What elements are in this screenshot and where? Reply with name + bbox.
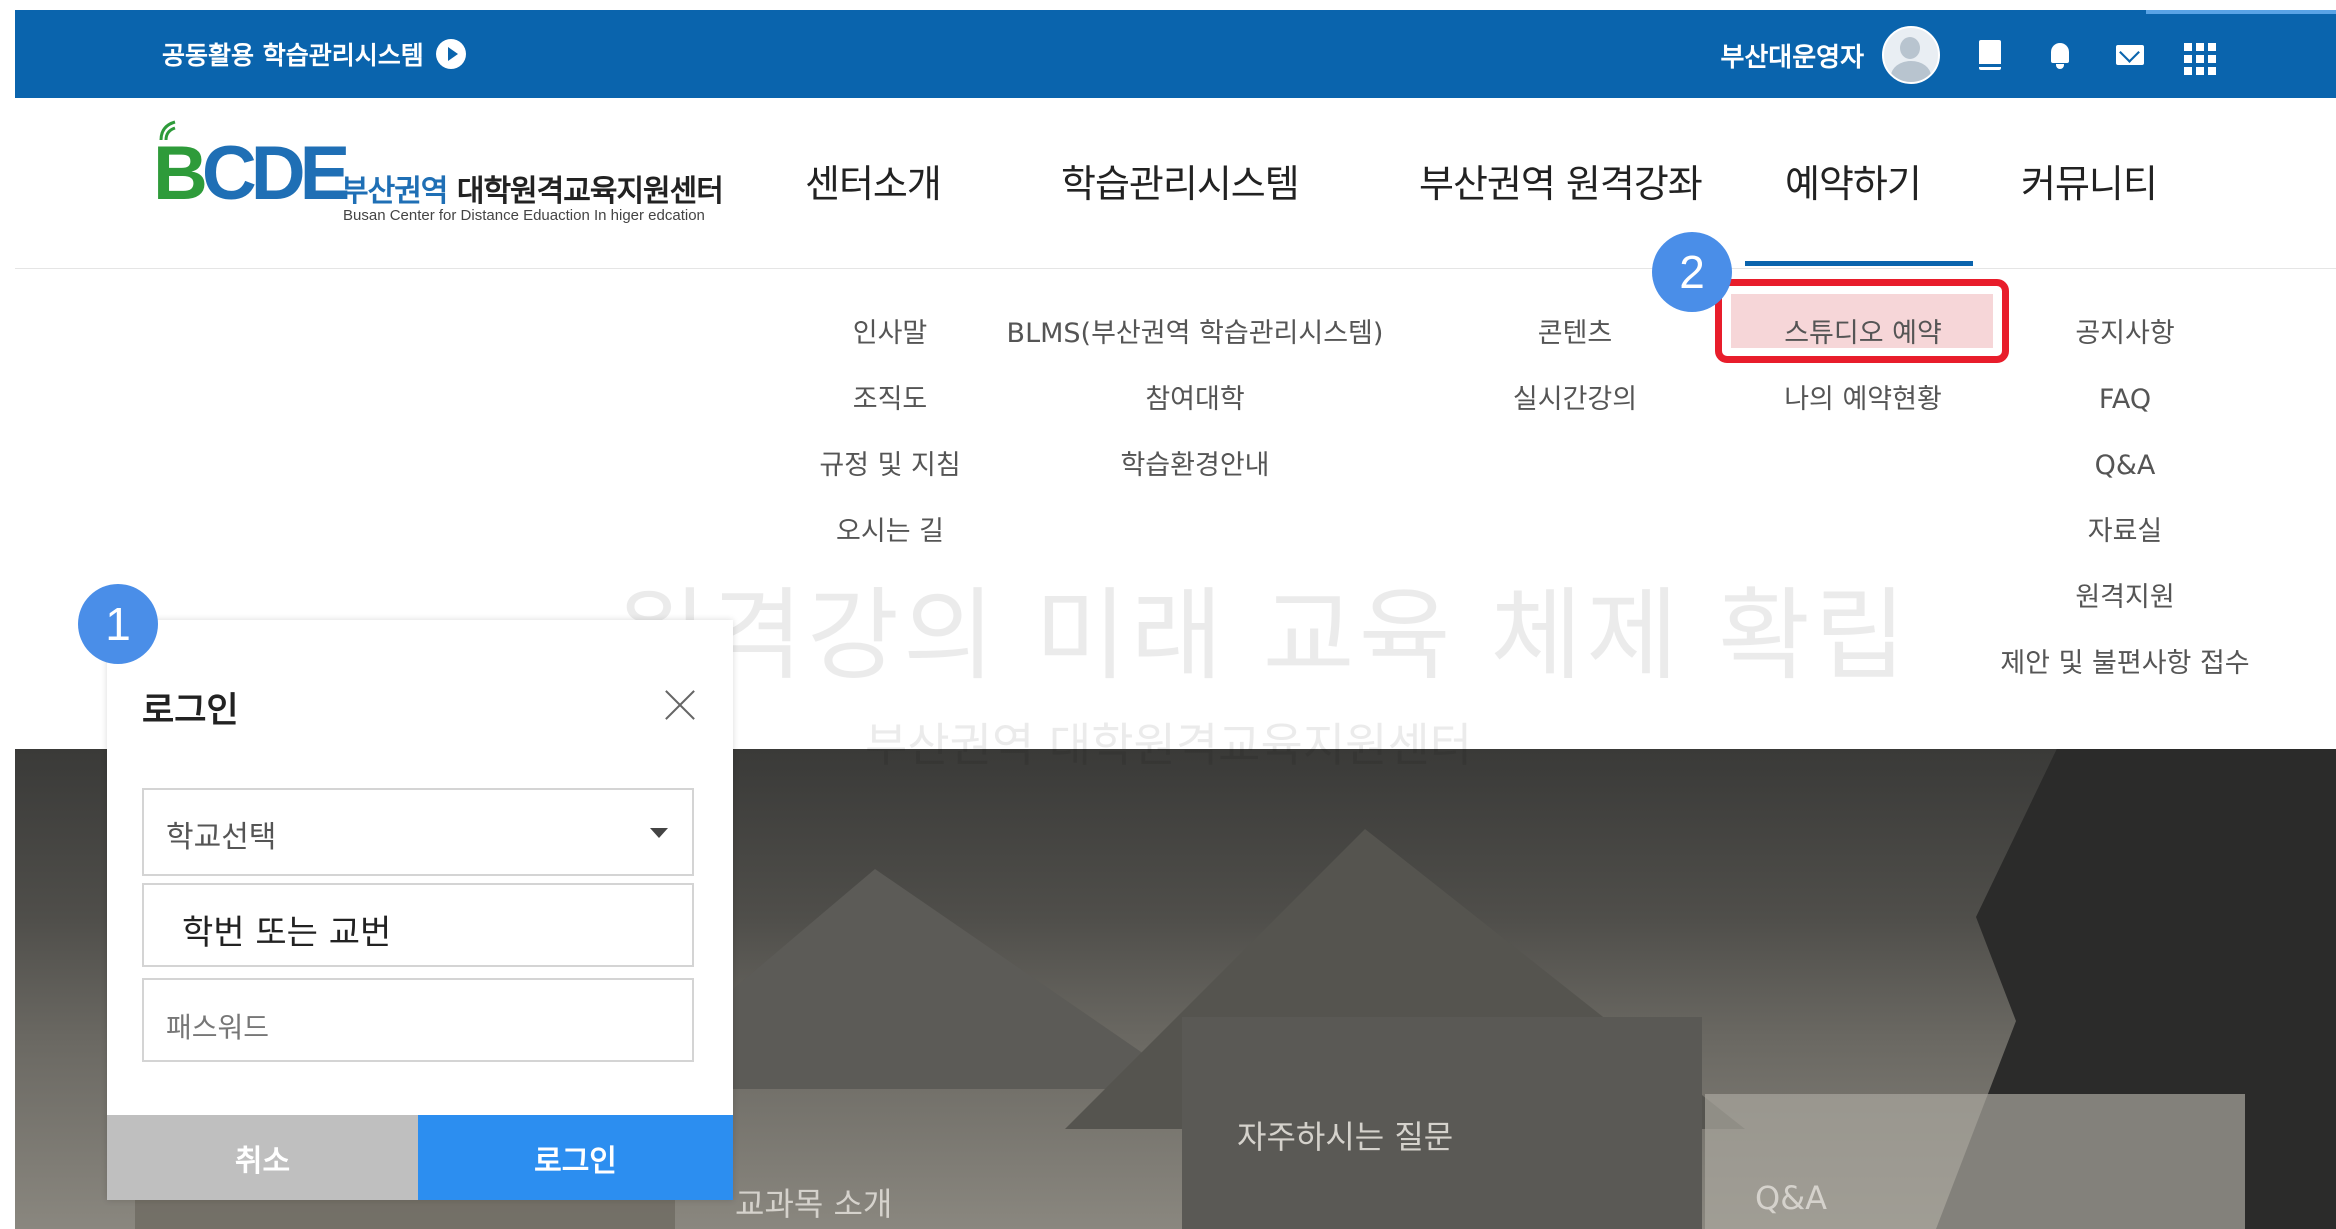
hero-subline: 부산권역 대학원격교육지원센터 xyxy=(865,718,1473,772)
user-area: 부산대운영자 xyxy=(1720,26,2216,84)
site-logo[interactable]: BCDE 부산권역 대학원격교육지원센터 Busan Center for Di… xyxy=(153,114,733,234)
password-input[interactable]: 패스워드 xyxy=(142,978,694,1062)
submenu-item[interactable]: BLMS(부산권역 학습관리시스템) xyxy=(975,314,1415,380)
header: BCDE 부산권역 대학원격교육지원센터 Busan Center for Di… xyxy=(15,98,2336,269)
apps-grid-icon[interactable] xyxy=(2180,39,2216,75)
login-button[interactable]: 로그인 xyxy=(418,1115,733,1200)
step-badge-1: 1 xyxy=(78,584,158,664)
submenu-lms: BLMS(부산권역 학습관리시스템) 참여대학 학습환경안내 xyxy=(975,314,1415,512)
page-frame: 공동활용 학습관리시스템 부산대운영자 BCDE 부산권역 대학원격교육지원센터… xyxy=(15,10,2336,1229)
submenu-reservation: 스튜디오 예약 나의 예약현황 xyxy=(1745,314,1981,446)
submenu-item-my-reservations[interactable]: 나의 예약현황 xyxy=(1745,380,1981,446)
submenu-item-studio-reservation[interactable]: 스튜디오 예약 xyxy=(1745,314,1981,380)
submenu-item[interactable]: 참여대학 xyxy=(975,380,1415,446)
nav-active-indicator xyxy=(1745,261,1973,266)
logo-subtitle: Busan Center for Distance Eduaction In h… xyxy=(343,207,705,224)
submenu-item[interactable]: 원격지원 xyxy=(1955,578,2295,644)
password-placeholder: 패스워드 xyxy=(166,1011,270,1044)
play-circle-icon xyxy=(435,39,466,69)
submenu-item[interactable]: 학습환경안내 xyxy=(975,446,1415,512)
nav-community[interactable]: 커뮤니티 xyxy=(2021,153,2158,208)
faq-card[interactable]: 자주하시는 질문 xyxy=(1182,1017,1702,1229)
top-bar: 공동활용 학습관리시스템 부산대운영자 xyxy=(15,10,2336,98)
school-select[interactable]: 학교선택 xyxy=(142,788,694,876)
submenu-remote-courses: 콘텐츠 실시간강의 xyxy=(1455,314,1695,446)
login-title: 로그인 xyxy=(142,691,239,731)
submenu-item[interactable]: 인사말 xyxy=(805,314,975,380)
submenu-item[interactable]: 자료실 xyxy=(1955,512,2295,578)
submenu-item[interactable]: 공지사항 xyxy=(1955,314,2295,380)
submenu-item[interactable]: 규정 및 지침 xyxy=(805,446,975,512)
card-title: 자주하시는 질문 xyxy=(1237,1118,1454,1156)
lms-shortcut-link[interactable]: 공동활용 학습관리시스템 xyxy=(162,36,466,72)
submenu-item[interactable]: Q&A xyxy=(1955,446,2295,512)
nav-reservation[interactable]: 예약하기 xyxy=(1785,153,1922,208)
school-select-value: 학교선택 xyxy=(166,820,277,855)
id-input-value: 학번 또는 교번 xyxy=(182,913,392,953)
nav-center-intro[interactable]: 센터소개 xyxy=(805,153,942,208)
close-icon[interactable] xyxy=(660,685,700,725)
submenu-item[interactable]: 실시간강의 xyxy=(1455,380,1695,446)
submenu-item[interactable]: FAQ xyxy=(1955,380,2295,446)
lms-shortcut-label: 공동활용 학습관리시스템 xyxy=(162,41,424,70)
id-input[interactable]: 학번 또는 교번 xyxy=(142,883,694,967)
user-name[interactable]: 부산대운영자 xyxy=(1720,37,1864,74)
chevron-down-icon xyxy=(650,828,668,838)
cancel-button[interactable]: 취소 xyxy=(107,1115,418,1200)
top-bar-accent xyxy=(2146,10,2336,14)
mail-icon[interactable] xyxy=(2110,35,2150,75)
book-icon[interactable] xyxy=(1970,35,2010,75)
submenu-center-intro: 인사말 조직도 규정 및 지침 오시는 길 xyxy=(805,314,975,578)
avatar[interactable] xyxy=(1882,26,1940,84)
nav-lms[interactable]: 학습관리시스템 xyxy=(1061,153,1300,208)
qna-card[interactable]: Q&A xyxy=(1705,1094,2245,1229)
submenu-item[interactable]: 제안 및 불편사항 접수 xyxy=(1955,644,2295,710)
bell-icon[interactable] xyxy=(2040,35,2080,75)
login-modal: 로그인 학교선택 학번 또는 교번 패스워드 취소 로그인 xyxy=(107,620,733,1200)
logo-title: 부산권역 대학원격교육지원센터 xyxy=(341,174,724,209)
submenu-item[interactable]: 콘텐츠 xyxy=(1455,314,1695,380)
submenu-item[interactable]: 오시는 길 xyxy=(805,512,975,578)
nav-remote-courses[interactable]: 부산권역 원격강좌 xyxy=(1419,153,1703,208)
submenu-item[interactable]: 조직도 xyxy=(805,380,975,446)
card-title: Q&A xyxy=(1755,1179,1828,1217)
submenu-community: 공지사항 FAQ Q&A 자료실 원격지원 제안 및 불편사항 접수 xyxy=(1955,314,2295,710)
step-badge-2: 2 xyxy=(1652,232,1732,312)
card-title: 교과목 소개 xyxy=(735,1185,893,1223)
logo-mark: BCDE xyxy=(153,131,350,216)
